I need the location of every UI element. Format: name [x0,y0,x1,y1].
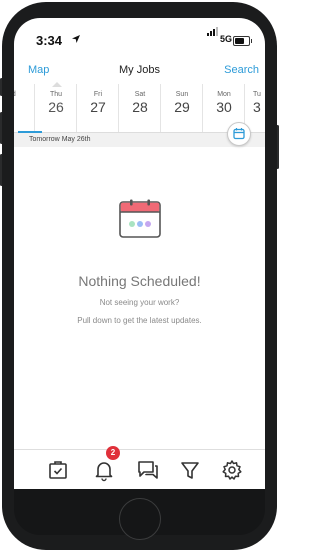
navigation-bar: Map My Jobs Search [14,58,265,84]
home-button[interactable] [119,498,161,540]
day-item[interactable]: Sun 29 [160,84,203,132]
date-header-relative: Tomorrow [29,136,60,143]
day-item-selected[interactable]: Thu 26 [34,84,77,132]
battery-icon [233,36,252,46]
network-type: 5G [220,34,233,44]
status-bar: 3:34 5G [14,18,265,58]
search-button[interactable]: Search [224,64,259,76]
empty-calendar-icon [119,199,161,238]
phone-frame: 3:34 5G Map My Jobs Search ed 5 [0,0,279,552]
gear-icon[interactable] [220,458,244,482]
day-item[interactable]: Fri 27 [76,84,119,132]
location-arrow-icon [72,35,80,43]
day-item[interactable]: Sat 28 [118,84,161,132]
empty-state-message: Not seeing your work? [99,298,180,307]
day-item[interactable]: ed 5 [14,84,34,132]
notification-badge: 2 [106,446,120,460]
empty-state-title: Nothing Scheduled! [78,273,201,289]
calendar-icon [233,128,245,140]
calendar-button[interactable] [227,122,251,146]
chat-icon[interactable] [136,458,160,482]
empty-state-hint: Pull down to get the latest updates. [77,316,202,325]
date-header-date: May 26th [61,136,91,143]
screen: 3:34 5G Map My Jobs Search ed 5 [14,18,265,489]
tab-bar [14,449,265,489]
status-time: 3:34 [36,33,63,48]
jobs-checklist-icon[interactable] [46,458,70,482]
filter-icon[interactable] [178,458,202,482]
bell-icon[interactable] [92,458,116,482]
